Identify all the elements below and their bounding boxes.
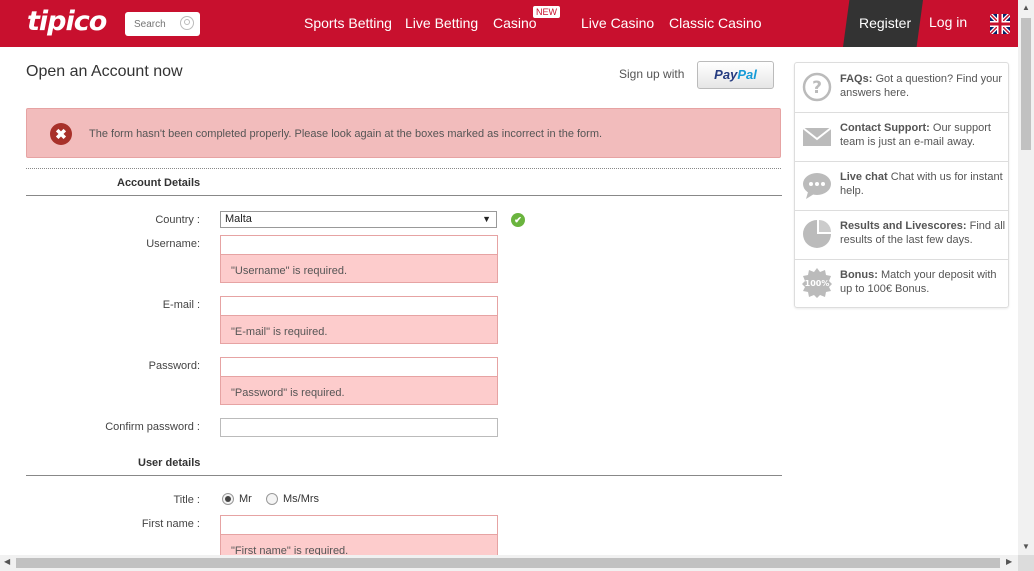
search-box[interactable] xyxy=(125,12,200,36)
new-badge: NEW xyxy=(533,6,560,18)
pie-chart-icon xyxy=(803,220,831,248)
country-label: Country : xyxy=(155,214,200,226)
paypal-button[interactable]: PayPal xyxy=(697,61,774,89)
top-header: tipico Sports Betting Live Betting Casin… xyxy=(0,0,1018,47)
tipico-logo[interactable]: tipico xyxy=(27,6,107,37)
scroll-left-arrow[interactable]: ◀ xyxy=(4,557,10,566)
password-error: "Password" is required. xyxy=(221,377,497,404)
chevron-down-icon: ▼ xyxy=(482,214,491,224)
title-label: Title : xyxy=(173,494,201,506)
sidebar-item-title: Contact Support: xyxy=(840,122,930,134)
email-field-group: "E-mail" is required. xyxy=(220,296,498,344)
error-message: The form hasn't been completed properly.… xyxy=(89,128,603,140)
confirm-password-field-group xyxy=(220,418,498,437)
sidebar-item-title: Bonus: xyxy=(840,269,878,281)
password-input[interactable] xyxy=(221,358,497,377)
email-label: E-mail : xyxy=(162,299,200,311)
nav-casino[interactable]: Casino xyxy=(493,15,537,31)
username-label: Username: xyxy=(146,238,200,250)
nav-live-casino[interactable]: Live Casino xyxy=(581,15,654,31)
confirm-password-label: Confirm password : xyxy=(105,421,200,433)
country-value: Malta xyxy=(225,213,252,225)
sidebar-item-title: FAQs: xyxy=(840,73,873,85)
username-error: "Username" is required. xyxy=(221,255,497,282)
nav-live-betting[interactable]: Live Betting xyxy=(405,15,478,31)
radio-mr-label[interactable]: Mr xyxy=(239,493,252,505)
uk-flag-icon[interactable] xyxy=(990,14,1010,34)
login-link[interactable]: Log in xyxy=(929,14,967,30)
email-error: "E-mail" is required. xyxy=(221,316,497,343)
nav-sports-betting[interactable]: Sports Betting xyxy=(304,15,392,31)
horizontal-scrollbar[interactable]: ◀ ▶ xyxy=(0,555,1018,571)
section-account-details: Account Details xyxy=(117,177,201,189)
scroll-down-arrow[interactable]: ▼ xyxy=(1022,542,1030,551)
register-button[interactable]: Register xyxy=(843,0,923,47)
signup-with-label: Sign up with xyxy=(619,67,685,81)
nav-classic-casino[interactable]: Classic Casino xyxy=(669,15,762,31)
vertical-scroll-thumb[interactable] xyxy=(1021,18,1031,150)
search-input[interactable] xyxy=(134,13,182,35)
bonus-badge-label: 100% xyxy=(805,279,830,288)
sidebar-item-title: Live chat xyxy=(840,171,888,183)
email-input[interactable] xyxy=(221,297,497,316)
help-sidebar: ? FAQs: Got a question? Find your answer… xyxy=(794,62,1009,308)
check-icon: ✔ xyxy=(511,213,525,227)
password-label: Password: xyxy=(148,360,200,372)
search-icon[interactable] xyxy=(180,16,194,30)
page-title: Open an Account now xyxy=(26,63,183,80)
vertical-scrollbar[interactable]: ▲ ▼ xyxy=(1018,0,1034,555)
radio-ms-mrs-label[interactable]: Ms/Mrs xyxy=(283,493,319,505)
paypal-logo-pal: Pal xyxy=(737,67,757,82)
bonus-badge-icon: 100% xyxy=(802,268,832,298)
confirm-password-input[interactable] xyxy=(220,418,498,437)
section-user-details: User details xyxy=(138,457,201,469)
question-icon: ? xyxy=(802,72,832,102)
radio-mr[interactable] xyxy=(222,493,234,505)
scroll-up-arrow[interactable]: ▲ xyxy=(1022,3,1030,12)
sidebar-item-results[interactable]: Results and Livescores: Find all results… xyxy=(795,210,1008,260)
dotted-divider xyxy=(26,168,781,169)
section-rule xyxy=(26,475,782,476)
svg-text:?: ? xyxy=(812,78,822,98)
username-input[interactable] xyxy=(221,236,497,255)
sidebar-item-contact[interactable]: Contact Support: Our support team is jus… xyxy=(795,112,1008,162)
register-label: Register xyxy=(859,15,912,31)
scroll-right-arrow[interactable]: ▶ xyxy=(1006,557,1012,566)
form-error-alert: ✖ The form hasn't been completed properl… xyxy=(26,108,781,158)
section-rule xyxy=(26,195,782,196)
envelope-icon xyxy=(802,127,832,146)
error-icon: ✖ xyxy=(50,123,72,145)
sidebar-item-bonus[interactable]: 100% Bonus: Match your deposit with up t… xyxy=(795,259,1008,308)
firstname-label: First name : xyxy=(141,518,200,530)
password-field-group: "Password" is required. xyxy=(220,357,498,405)
firstname-input[interactable] xyxy=(221,516,497,535)
sidebar-item-title: Results and Livescores: xyxy=(840,220,967,232)
chat-icon xyxy=(803,173,831,199)
horizontal-scroll-thumb[interactable] xyxy=(16,558,1000,568)
country-select[interactable]: Malta ▼ xyxy=(220,211,497,228)
username-field-group: "Username" is required. xyxy=(220,235,498,283)
scrollbar-corner xyxy=(1018,555,1034,571)
radio-ms-mrs[interactable] xyxy=(266,493,278,505)
sidebar-item-live-chat[interactable]: Live chat Chat with us for instant help. xyxy=(795,161,1008,211)
paypal-logo-pay: Pay xyxy=(714,67,738,82)
sidebar-item-faqs[interactable]: ? FAQs: Got a question? Find your answer… xyxy=(795,63,1008,113)
